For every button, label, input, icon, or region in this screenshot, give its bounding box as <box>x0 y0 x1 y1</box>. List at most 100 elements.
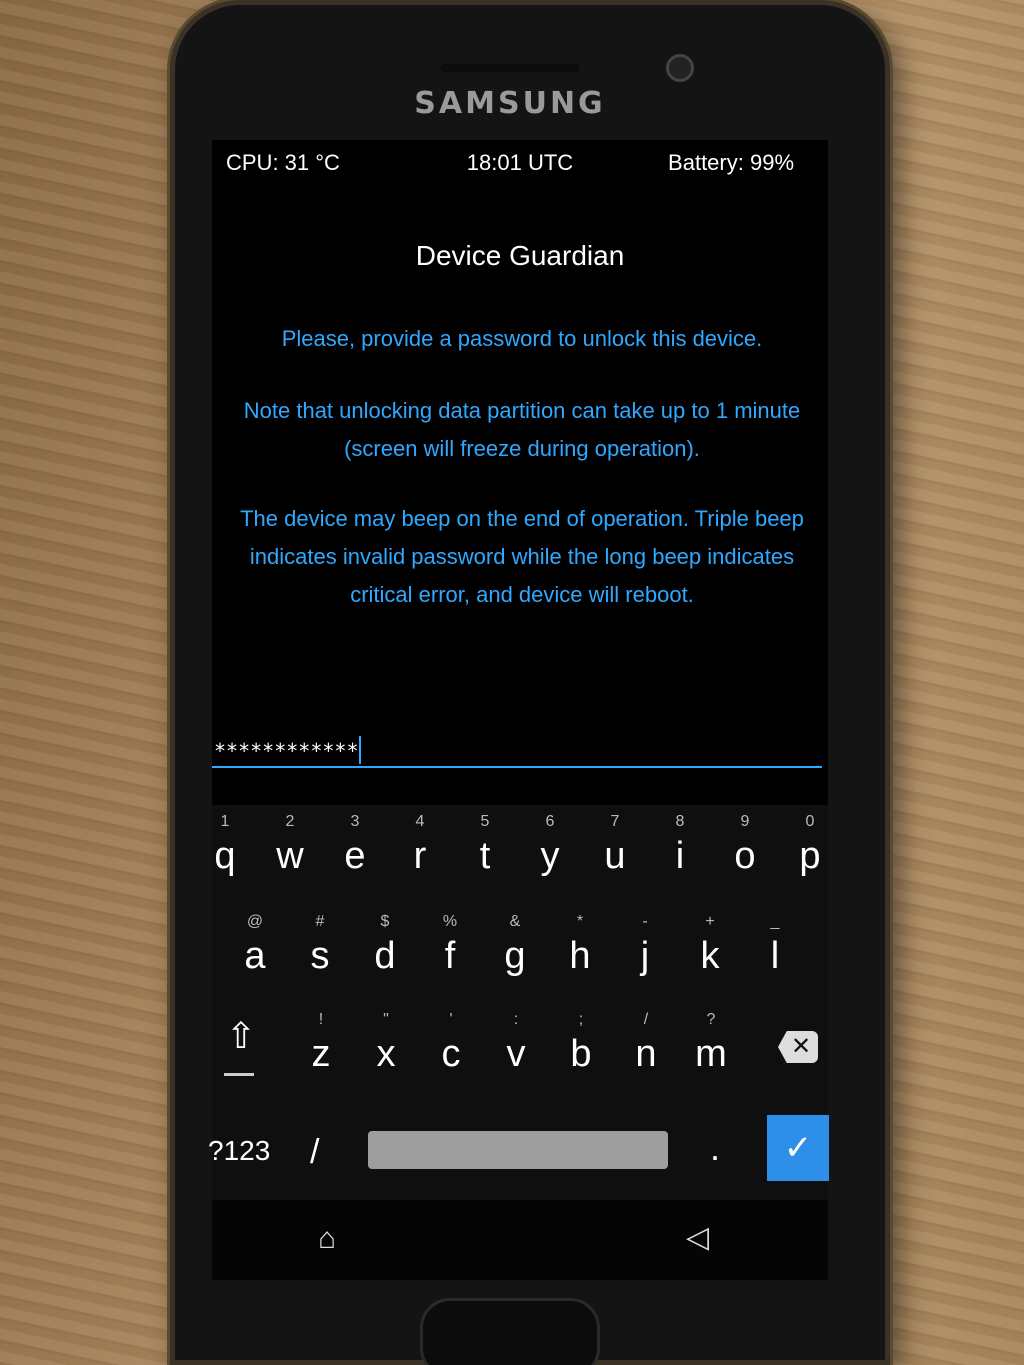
navigation-bar: ⌂ ◁ <box>212 1200 828 1280</box>
key-label: u <box>604 835 626 877</box>
key-d[interactable]: $ d <box>354 905 416 995</box>
screen: CPU: 31 °C 18:01 UTC Battery: 99% Device… <box>208 140 829 1200</box>
key-n[interactable]: / n <box>615 1003 677 1093</box>
key-hint: / <box>643 1011 649 1028</box>
key-c[interactable]: ' c <box>420 1003 482 1093</box>
space-bar[interactable] <box>368 1131 668 1169</box>
key-label: p <box>799 835 821 877</box>
key-s[interactable]: # s <box>289 905 351 995</box>
prompt-message: Please, provide a password to unlock thi… <box>281 326 763 351</box>
key-label: t <box>479 835 491 877</box>
period-key[interactable]: . <box>710 1127 720 1169</box>
password-value: ************ <box>214 739 359 763</box>
key-label: v <box>506 1033 526 1075</box>
key-label: g <box>504 935 526 977</box>
key-h[interactable]: * h <box>549 905 611 995</box>
key-hint: " <box>383 1011 389 1028</box>
key-label: z <box>311 1033 331 1075</box>
symbols-key[interactable]: ?123 <box>208 1135 270 1167</box>
key-label: d <box>374 935 396 977</box>
keyboard-row-2: @ a # s $ d% f & g * h - j + k _ l <box>212 905 828 995</box>
key-label: w <box>276 835 304 877</box>
key-z[interactable]: ! z <box>290 1003 352 1093</box>
key-y[interactable]: 6y <box>519 805 581 895</box>
key-hint: ! <box>318 1011 324 1028</box>
key-v[interactable]: :v <box>485 1003 547 1093</box>
key-hint: 1 <box>220 813 230 830</box>
key-hint: $ <box>380 913 390 930</box>
key-label: b <box>570 1033 592 1075</box>
key-hint: 4 <box>415 813 425 830</box>
key-label: r <box>413 835 427 877</box>
slash-key[interactable]: / <box>310 1133 319 1172</box>
key-label: k <box>700 935 720 977</box>
key-label: h <box>569 935 591 977</box>
key-label: e <box>344 835 366 877</box>
key-label: i <box>675 835 685 877</box>
key-hint: ; <box>578 1011 584 1028</box>
key-hint: 7 <box>610 813 620 830</box>
key-hint: 6 <box>545 813 555 830</box>
text-caret <box>358 736 361 764</box>
key-x[interactable]: " x <box>355 1003 417 1093</box>
key-hint: # <box>315 913 325 930</box>
key-hint: 9 <box>740 813 750 830</box>
key-label: j <box>640 935 650 977</box>
home-icon[interactable]: ⌂ <box>318 1222 336 1256</box>
key-label: c <box>441 1033 461 1075</box>
unlock-note: Note that unlocking data partition can t… <box>243 398 801 461</box>
key-u[interactable]: 7u <box>584 805 646 895</box>
key-hint: % <box>442 913 458 930</box>
key-t[interactable]: 5t <box>454 805 516 895</box>
key-r[interactable]: 4r <box>389 805 451 895</box>
key-m[interactable]: ? m <box>680 1003 742 1093</box>
key-label: f <box>444 935 456 977</box>
key-hint: 2 <box>285 813 295 830</box>
key-k[interactable]: + k <box>679 905 741 995</box>
physical-home-button[interactable] <box>420 1298 600 1365</box>
key-label: a <box>244 935 266 977</box>
key-hint: + <box>705 913 715 930</box>
password-input[interactable]: ************ <box>212 728 822 768</box>
front-camera-icon <box>666 54 694 82</box>
key-p[interactable]: 0p <box>779 805 841 895</box>
key-hint: _ <box>770 913 780 930</box>
key-label: o <box>734 835 756 877</box>
key-hint: : <box>513 1011 519 1028</box>
key-hint: 3 <box>350 813 360 830</box>
key-f[interactable]: % f <box>419 905 481 995</box>
shift-key[interactable]: ⇧ <box>218 1015 264 1075</box>
key-label: q <box>214 835 236 877</box>
key-g[interactable]: & g <box>484 905 546 995</box>
key-j[interactable]: -j <box>614 905 676 995</box>
key-hint: & <box>509 913 521 930</box>
key-label: y <box>540 835 560 877</box>
key-label: n <box>635 1033 657 1075</box>
key-hint: 5 <box>480 813 490 830</box>
app-title: Device Guardian <box>415 240 625 271</box>
key-l[interactable]: _ l <box>744 905 806 995</box>
beep-note: The device may beep on the end of operat… <box>240 506 804 607</box>
key-hint: ' <box>449 1011 453 1028</box>
key-hint: * <box>576 913 584 930</box>
key-label: l <box>770 935 780 977</box>
key-e[interactable]: 3e <box>324 805 386 895</box>
key-w[interactable]: 2w <box>259 805 321 895</box>
battery-level: Battery: 99% <box>668 150 794 175</box>
key-q[interactable]: 1q <box>194 805 256 895</box>
keyboard-row-1: 1q2w3e4r5t6y7u8i9o0p <box>212 805 828 895</box>
soft-keyboard: 1q2w3e4r5t6y7u8i9o0p @ a # s $ d% f & g * h - j + k _ l … <box>208 805 829 1200</box>
back-icon[interactable]: ◁ <box>686 1220 709 1255</box>
brand-logo: SAMSUNG <box>414 86 606 121</box>
enter-check-icon[interactable]: ✓ <box>767 1115 829 1181</box>
key-i[interactable]: 8i <box>649 805 711 895</box>
key-hint: - <box>642 913 648 930</box>
key-hint: 0 <box>805 813 815 830</box>
key-b[interactable]: ; b <box>550 1003 612 1093</box>
key-hint: 8 <box>675 813 685 830</box>
key-a[interactable]: @ a <box>224 905 286 995</box>
key-label: x <box>376 1033 396 1075</box>
key-label: m <box>695 1033 727 1075</box>
key-o[interactable]: 9o <box>714 805 776 895</box>
key-label: s <box>310 935 330 977</box>
